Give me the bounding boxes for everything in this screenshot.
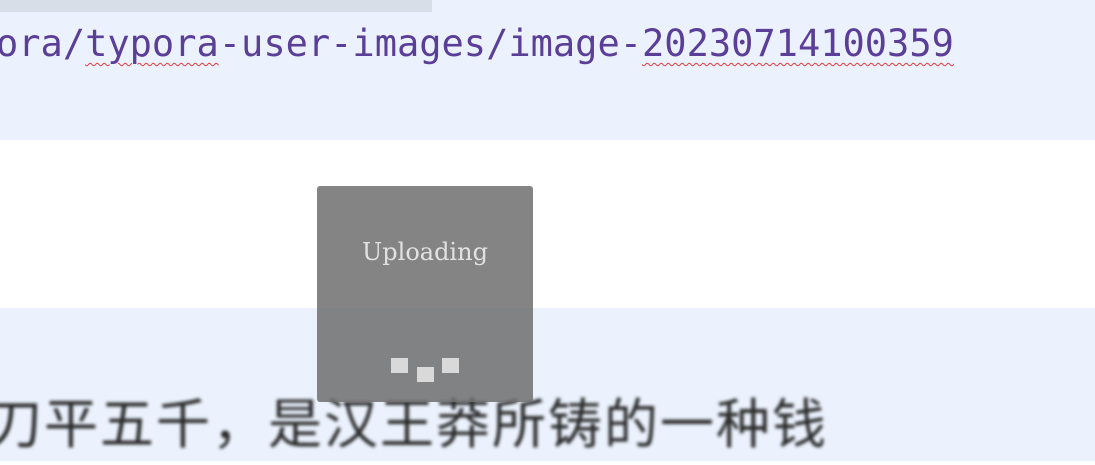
image-placeholder-area (0, 140, 1095, 308)
horizontal-scrollbar[interactable] (0, 0, 432, 12)
upload-dialog: Uploading (317, 186, 533, 402)
path-segment: ora/ (0, 22, 86, 65)
path-segment: -user-images/image- (218, 22, 643, 65)
path-segment-misspelled: typora (85, 22, 219, 65)
loading-dot (391, 358, 408, 373)
loading-dot (442, 358, 459, 373)
paragraph-text[interactable]: 刀平五千，是汉王莽所铸的一种钱 (0, 385, 1095, 465)
uploading-label: Uploading (362, 238, 488, 266)
path-segment-misspelled: 20230714100359 (642, 22, 954, 65)
image-path-line[interactable]: ora/typora-user-images/image-20230714100… (0, 12, 1095, 76)
loading-dot (417, 367, 434, 382)
